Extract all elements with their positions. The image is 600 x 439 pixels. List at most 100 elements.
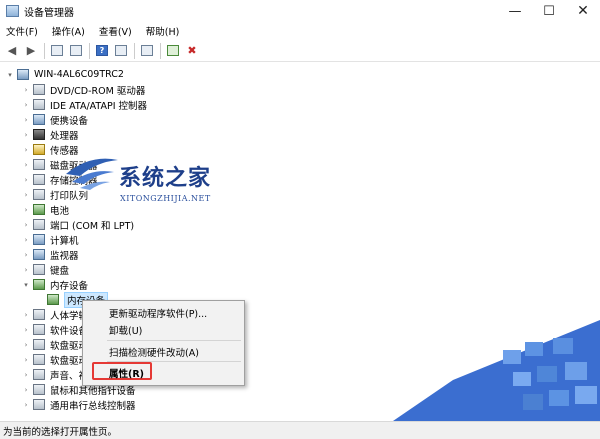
expand-arrow-icon[interactable]: › — [22, 326, 30, 334]
tree-item[interactable]: › 计算机 — [22, 232, 79, 247]
window-title: 设备管理器 — [24, 8, 74, 19]
tree-item[interactable]: › 键盘 — [22, 262, 69, 277]
toolbar-separator — [44, 42, 45, 59]
maximize-button[interactable]: ☐ — [532, 0, 566, 22]
expand-arrow-icon[interactable]: › — [22, 386, 30, 394]
tree-item[interactable]: ▾ 内存设备 — [22, 277, 88, 292]
monitor-icon — [33, 249, 45, 260]
context-menu: 更新驱动程序软件(P)... 卸载(U) 扫描检测硬件改动(A) 属性(R) — [82, 300, 245, 386]
tree-item-label: 通用串行总线控制器 — [50, 400, 136, 412]
expand-arrow-icon[interactable]: › — [22, 176, 30, 184]
tree-item-label: 端口 (COM 和 LPT) — [50, 220, 135, 232]
expand-arrow-icon[interactable]: › — [22, 86, 30, 94]
printer-icon — [33, 189, 45, 200]
mouse-icon — [33, 384, 45, 395]
tree-item[interactable]: › 便携设备 — [22, 112, 88, 127]
tree-item[interactable]: › 软件设备 — [22, 322, 88, 337]
menu-properties[interactable]: 属性(R) — [109, 366, 144, 380]
expand-arrow-icon[interactable]: › — [22, 371, 30, 379]
menu-separator — [107, 340, 241, 341]
uninstall-icon[interactable]: ✖ — [184, 43, 200, 59]
tree-root-label: WIN-4AL6C09TRC2 — [34, 69, 124, 80]
collapse-arrow-icon[interactable]: ▾ — [22, 281, 30, 289]
help-icon[interactable]: ? — [94, 43, 110, 59]
expand-arrow-icon[interactable]: › — [22, 101, 30, 109]
watermark-title: 系统之家 — [119, 165, 212, 191]
storage-controller-icon — [33, 174, 45, 185]
tree-item-label: DVD/CD-ROM 驱动器 — [50, 85, 146, 97]
tree-root[interactable]: ▾ WIN-4AL6C09TRC2 — [6, 67, 124, 82]
device-manager-icon — [6, 5, 19, 17]
expand-arrow-icon[interactable]: › — [22, 356, 30, 364]
expand-arrow-icon[interactable]: › — [22, 251, 30, 259]
menu-help[interactable]: 帮助(H) — [146, 24, 180, 38]
properties-icon[interactable] — [49, 43, 65, 59]
menu-action[interactable]: 操作(A) — [52, 24, 85, 38]
expand-arrow-icon[interactable]: › — [22, 206, 30, 214]
close-button[interactable]: ✕ — [566, 0, 600, 22]
expand-arrow-icon[interactable]: › — [22, 116, 30, 124]
minimize-button[interactable]: — — [498, 0, 532, 22]
menu-bar: 文件(F) 操作(A) 查看(V) 帮助(H) — [0, 22, 600, 40]
windows-logo-icon — [393, 320, 600, 421]
toolbar-separator — [160, 42, 161, 59]
tree-item-label: 监视器 — [50, 250, 79, 262]
disk-drive-icon — [33, 159, 45, 170]
update-driver-icon[interactable] — [165, 43, 181, 59]
tree-item-label: 便携设备 — [50, 115, 89, 127]
expand-arrow-icon[interactable]: › — [22, 146, 30, 154]
memory-device-icon — [33, 279, 45, 290]
dvd-drive-icon — [33, 84, 45, 95]
port-icon — [33, 219, 45, 230]
menu-uninstall[interactable]: 卸载(U) — [109, 323, 142, 337]
tree-item[interactable]: › 端口 (COM 和 LPT) — [22, 217, 134, 232]
tree-item-label: 处理器 — [50, 130, 79, 142]
tree-item[interactable]: › 监视器 — [22, 247, 79, 262]
expand-arrow-icon[interactable]: › — [22, 161, 30, 169]
menu-scan-hardware[interactable]: 扫描检测硬件改动(A) — [109, 345, 199, 359]
back-arrow-icon[interactable]: ◀ — [4, 43, 20, 59]
tree-item[interactable]: › 处理器 — [22, 127, 79, 142]
expand-arrow-icon[interactable]: › — [22, 131, 30, 139]
audio-icon — [33, 369, 45, 380]
usb-icon — [33, 399, 45, 410]
computer-icon — [17, 69, 29, 80]
keyboard-icon — [33, 264, 45, 275]
battery-icon — [33, 204, 45, 215]
expand-arrow-icon[interactable]: › — [22, 401, 30, 409]
tree-item-label: 内存设备 — [50, 280, 89, 292]
portable-device-icon — [33, 114, 45, 125]
expand-arrow-icon[interactable]: › — [22, 221, 30, 229]
menu-view[interactable]: 查看(V) — [99, 24, 132, 38]
expand-arrow-icon[interactable]: › — [22, 311, 30, 319]
tree-item[interactable]: › IDE ATA/ATAPI 控制器 — [22, 97, 147, 112]
expand-arrow-icon[interactable]: › — [22, 341, 30, 349]
toolbar-separator — [89, 42, 90, 59]
software-device-icon — [33, 324, 45, 335]
show-icon[interactable] — [68, 43, 84, 59]
computer-icon — [33, 234, 45, 245]
tree-item[interactable]: › DVD/CD-ROM 驱动器 — [22, 82, 145, 97]
floppy-drive-icon — [33, 339, 45, 350]
expand-arrow-icon[interactable]: › — [22, 266, 30, 274]
sensor-icon — [33, 144, 45, 155]
view-icon[interactable] — [113, 43, 129, 59]
watermark-logo-icon — [66, 158, 118, 190]
floppy-controller-icon — [33, 354, 45, 365]
scan-icon[interactable] — [139, 43, 155, 59]
menu-file[interactable]: 文件(F) — [6, 24, 38, 38]
expand-arrow-icon[interactable]: › — [22, 191, 30, 199]
ide-controller-icon — [33, 99, 45, 110]
toolbar-separator — [134, 42, 135, 59]
watermark-subtitle: XITONGZHIJIA.NET — [120, 194, 211, 203]
collapse-arrow-icon[interactable]: ▾ — [6, 71, 14, 79]
tree-item[interactable]: › 通用串行总线控制器 — [22, 397, 136, 412]
watermark: 系统之家 XITONGZHIJIA.NET — [62, 148, 262, 208]
forward-arrow-icon[interactable]: ▶ — [23, 43, 39, 59]
processor-icon — [33, 129, 45, 140]
menu-update-driver[interactable]: 更新驱动程序软件(P)... — [109, 306, 207, 320]
tree-item-label: IDE ATA/ATAPI 控制器 — [50, 100, 148, 112]
expand-arrow-icon[interactable]: › — [22, 236, 30, 244]
tree-item-label: 计算机 — [50, 235, 79, 247]
hid-icon — [33, 309, 45, 320]
